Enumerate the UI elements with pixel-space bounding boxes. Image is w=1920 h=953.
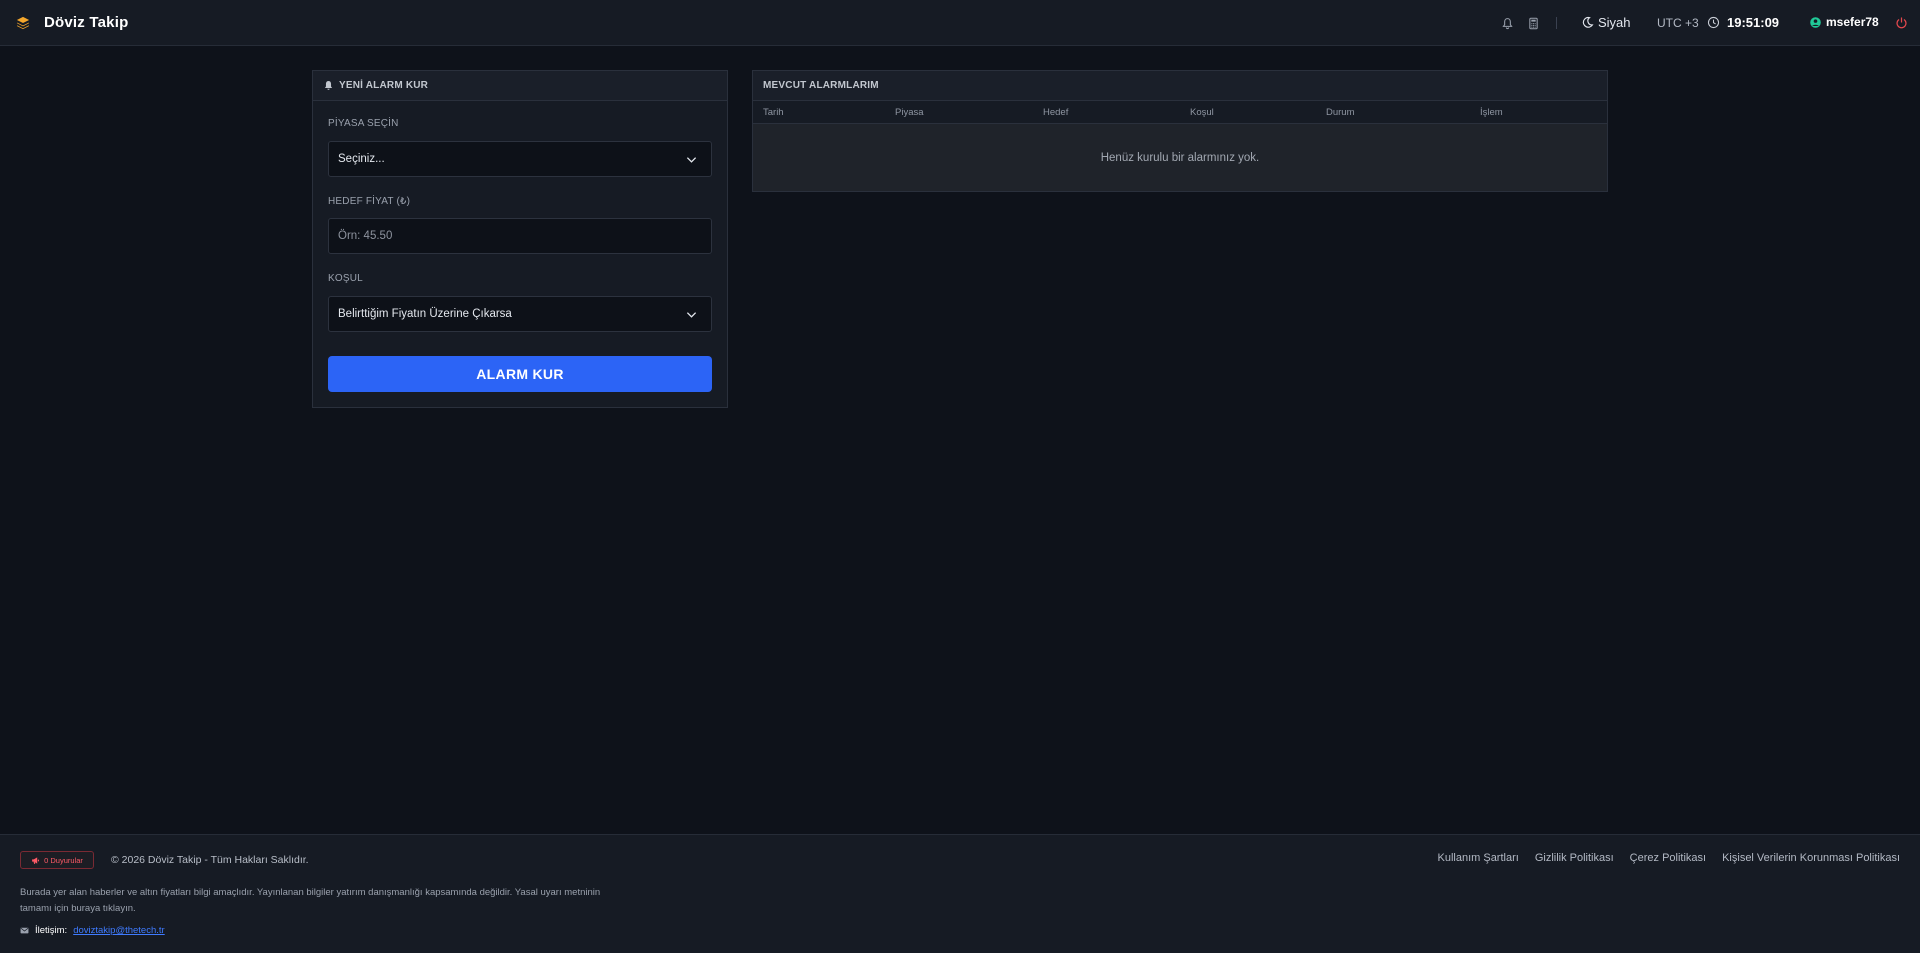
empty-message: Henüz kurulu bir alarmınız yok.: [1100, 151, 1260, 164]
target-price-placeholder: Örn: 45.50: [338, 230, 393, 242]
condition-select[interactable]: Belirttiğim Fiyatın Üzerine Çıkarsa: [328, 296, 712, 332]
column-header: Hedef: [1043, 107, 1069, 118]
new-alarm-title: YENİ ALARM KUR: [339, 80, 429, 91]
moon-icon: [1580, 16, 1594, 30]
market-select[interactable]: Seçiniz...: [328, 141, 712, 177]
contact-email-link[interactable]: doviztakip@thetech.tr: [73, 925, 165, 936]
announcements-label: 0 Duyurular: [44, 855, 83, 865]
current-time: 19:51:09: [1727, 15, 1780, 30]
target-price-label: HEDEF FİYAT (₺): [328, 196, 411, 207]
top-navbar: Döviz Takip Siyah UTC +3 19:51:09 msefer…: [0, 0, 1920, 46]
market-label: PİYASA SEÇİN: [328, 118, 399, 129]
header-divider: [1556, 17, 1557, 29]
column-header: Piyasa: [895, 107, 924, 118]
set-alarm-button-label: ALARM KUR: [476, 366, 564, 382]
market-select-value: Seçiniz...: [338, 153, 385, 165]
user-menu[interactable]: msefer78: [1808, 15, 1879, 29]
bell-icon[interactable]: [1500, 16, 1514, 30]
existing-alarms-title: MEVCUT ALARMLARIM: [763, 80, 879, 91]
chevron-down-icon: [686, 157, 697, 163]
condition-label: KOŞUL: [328, 273, 363, 284]
calculator-icon[interactable]: [1526, 16, 1540, 30]
footer-link-terms[interactable]: Kullanım Şartları: [1438, 852, 1519, 864]
contact-label: İletişim:: [35, 925, 68, 936]
alarms-empty-state: Henüz kurulu bir alarmınız yok.: [753, 124, 1607, 191]
site-footer: 0 Duyurular © 2026 Döviz Takip - Tüm Hak…: [0, 834, 1920, 953]
clock-icon: [1706, 15, 1720, 29]
chevron-down-icon: [686, 312, 697, 318]
theme-label: Siyah: [1598, 15, 1631, 30]
timezone-label: UTC +3: [1657, 16, 1699, 30]
copyright-text: © 2026 Döviz Takip - Tüm Hakları Saklıdı…: [111, 854, 309, 866]
theme-toggle[interactable]: Siyah: [1580, 15, 1631, 30]
footer-links: Kullanım Şartları Gizlilik Politikası Çe…: [1438, 852, 1901, 864]
footer-link-kvkk[interactable]: Kişisel Verilerin Korunması Politikası: [1722, 852, 1900, 864]
bell-icon: [323, 80, 334, 91]
footer-link-privacy[interactable]: Gizlilik Politikası: [1535, 852, 1614, 864]
column-header: İşlem: [1480, 107, 1503, 118]
legal-disclaimer[interactable]: Burada yer alan haberler ve altın fiyatl…: [20, 885, 620, 917]
set-alarm-button[interactable]: ALARM KUR: [328, 356, 712, 392]
logout-power-icon[interactable]: [1894, 15, 1908, 29]
username: msefer78: [1826, 15, 1879, 29]
brand-title: Döviz Takip: [44, 14, 129, 31]
brand-logo-link[interactable]: Döviz Takip: [16, 14, 128, 31]
new-alarm-header: YENİ ALARM KUR: [313, 71, 727, 101]
column-header: Tarih: [763, 107, 784, 118]
envelope-icon: [20, 926, 29, 935]
user-circle-icon: [1808, 15, 1822, 29]
alarms-table-header: Tarih Piyasa Hedef Koşul Durum İşlem: [753, 101, 1607, 124]
existing-alarms-panel: MEVCUT ALARMLARIM Tarih Piyasa Hedef Koş…: [752, 70, 1608, 192]
contact-info: İletişim: doviztakip@thetech.tr: [20, 925, 165, 936]
layers-icon: [16, 16, 30, 30]
new-alarm-panel: YENİ ALARM KUR PİYASA SEÇİN Seçiniz... H…: [312, 70, 728, 408]
target-price-input[interactable]: Örn: 45.50: [328, 218, 712, 254]
megaphone-icon: [31, 856, 40, 865]
footer-link-cookies[interactable]: Çerez Politikası: [1630, 852, 1706, 864]
existing-alarms-header: MEVCUT ALARMLARIM: [753, 71, 1607, 101]
column-header: Koşul: [1190, 107, 1214, 118]
column-header: Durum: [1326, 107, 1355, 118]
condition-select-value: Belirttiğim Fiyatın Üzerine Çıkarsa: [338, 308, 512, 320]
announcements-button[interactable]: 0 Duyurular: [20, 851, 94, 869]
